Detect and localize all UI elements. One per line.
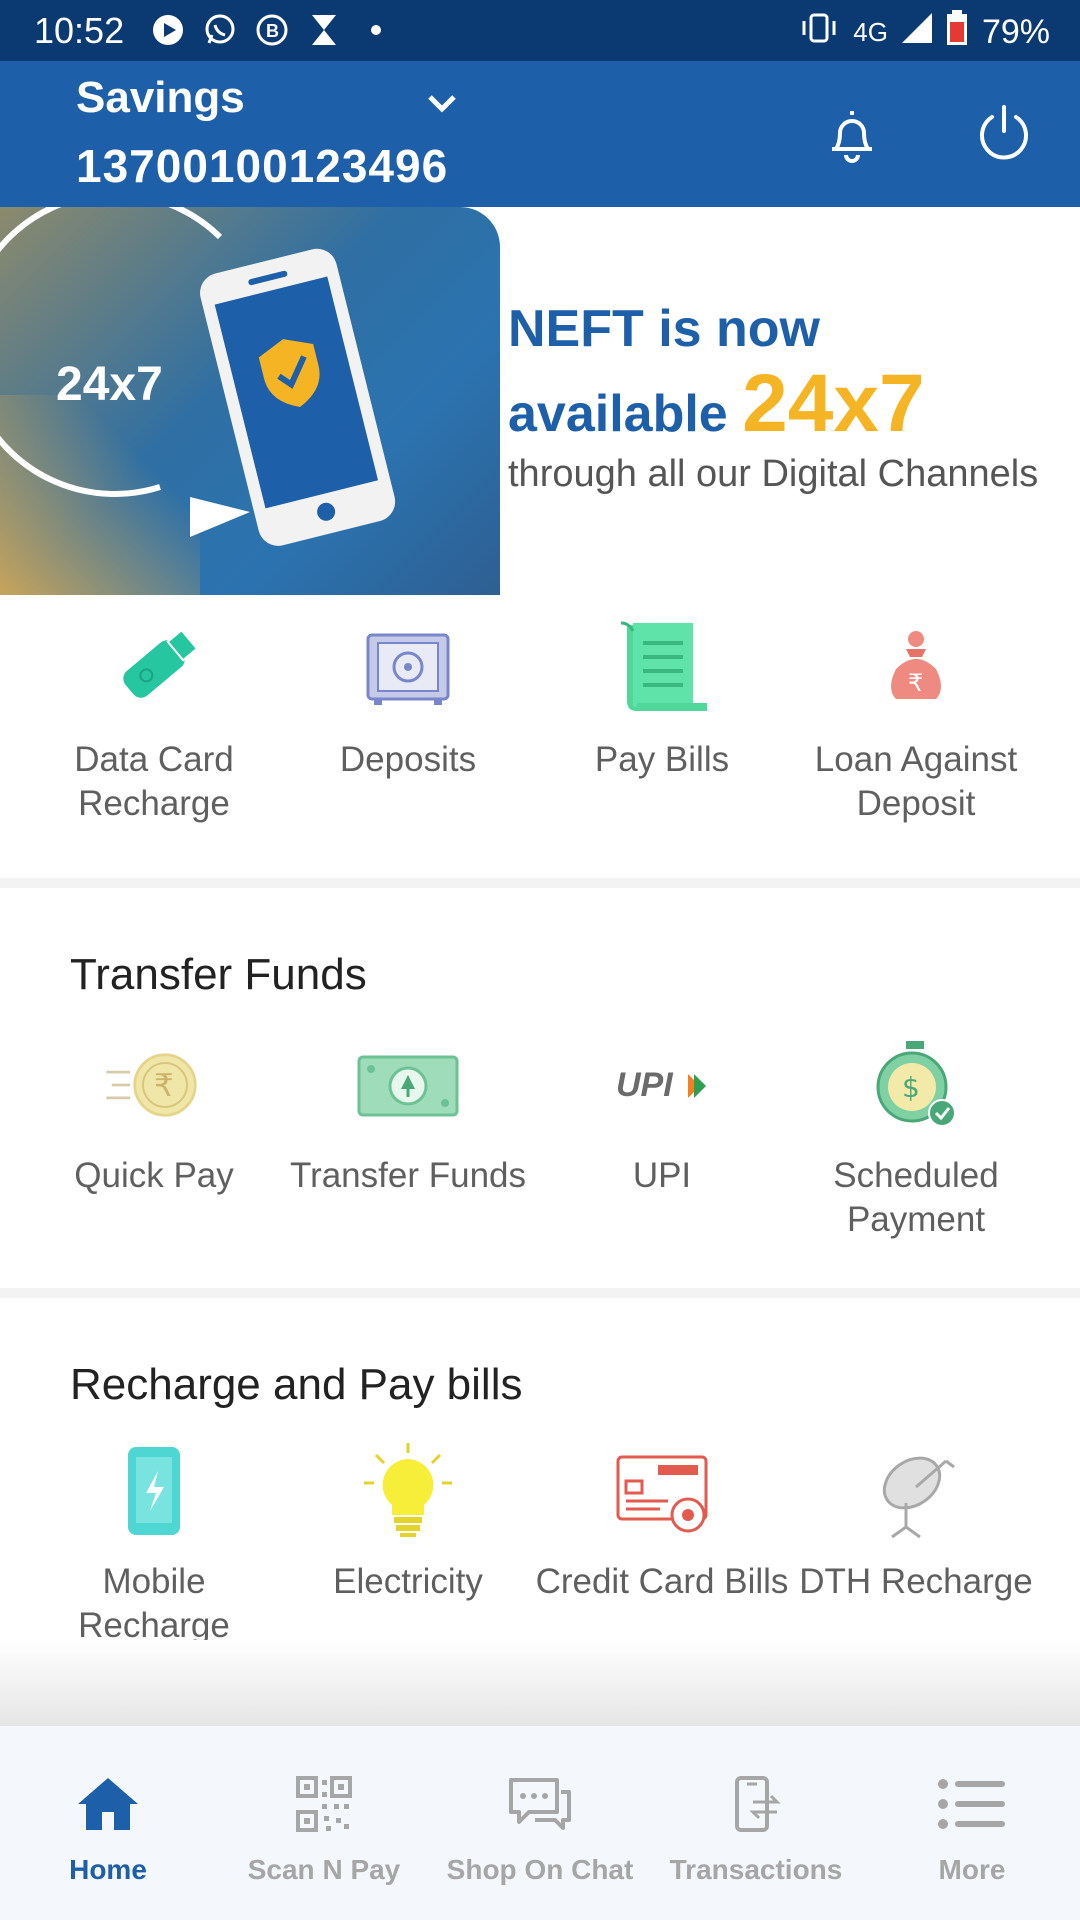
tile-data-card-recharge[interactable]: Data Card Recharge [27, 614, 281, 826]
dot-icon [358, 12, 394, 48]
banner-headline-2: available 24x7 [508, 357, 925, 451]
system-status: 4G 79% [799, 10, 1050, 55]
whatsapp-icon [202, 12, 238, 48]
satellite-dish-icon [861, 1436, 971, 1546]
tile-label: DTH Recharge [799, 1562, 1033, 1601]
section-divider [0, 878, 1080, 888]
tile-electricity[interactable]: Electricity [281, 1436, 535, 1648]
credit-card-icon [607, 1436, 717, 1546]
banner-accent: 24x7 [742, 358, 925, 449]
power-icon[interactable] [972, 101, 1036, 165]
tile-label: Loan Against Deposit [814, 740, 1018, 823]
nav-label: Home [69, 1854, 147, 1885]
section-divider [0, 1288, 1080, 1298]
nav-home[interactable]: Home [0, 1726, 216, 1920]
svg-text:₹: ₹ [908, 669, 923, 697]
tile-label: Scheduled Payment [833, 1156, 999, 1239]
money-bag-icon: ₹ [861, 614, 971, 724]
account-number: 13700100123496 [76, 140, 449, 192]
banner-badge: 24x7 [56, 358, 163, 411]
account-type[interactable]: Savings [76, 73, 245, 123]
nav-scan-n-pay[interactable]: Scan N Pay [216, 1726, 432, 1920]
tile-label: Pay Bills [594, 740, 730, 779]
recharge-section-title: Recharge and Pay bills [70, 1360, 523, 1409]
menu-list-icon [937, 1772, 1007, 1836]
chat-bubbles-icon [505, 1772, 575, 1836]
tile-label: Deposits [339, 740, 477, 779]
play-icon [150, 12, 186, 48]
app-header: Savings 13700100123496 [0, 61, 1080, 207]
tile-label: Quick Pay [74, 1156, 234, 1195]
tile-credit-card-bills[interactable]: Credit Card Bills [535, 1436, 789, 1648]
tile-dth-recharge[interactable]: DTH Recharge [789, 1436, 1043, 1648]
status-bar: 10:52 B 4G 79% [0, 0, 1080, 61]
mobile-phone-icon [99, 1436, 209, 1546]
notification-icons: B [150, 12, 394, 48]
banner-subline: through all our Digital Channels [508, 453, 1039, 495]
nav-label: Shop On Chat [446, 1854, 634, 1885]
tile-transfer-funds[interactable]: Transfer Funds [281, 1030, 535, 1242]
hourglass-icon [306, 12, 342, 48]
nav-transactions[interactable]: Transactions [648, 1726, 864, 1920]
transfer-section-title: Transfer Funds [70, 950, 367, 999]
nav-label: More [938, 1854, 1006, 1885]
b-app-icon: B [254, 12, 290, 48]
network-type: 4G [853, 17, 888, 47]
svg-text:$: $ [902, 1071, 920, 1104]
banner-graphic: 24x7 [0, 207, 500, 595]
bottom-navigation: Home Scan N Pay Shop On Chat Transaction… [0, 1726, 1080, 1920]
phone-transfer-icon [721, 1772, 791, 1836]
upi-logo-icon: UPI [607, 1030, 717, 1140]
tile-label: Transfer Funds [289, 1156, 526, 1195]
tile-scheduled-payment[interactable]: $ Scheduled Payment [789, 1030, 1043, 1242]
tile-label: Mobile Recharge [78, 1562, 230, 1645]
scroll-fade [0, 1640, 1080, 1726]
tile-mobile-recharge[interactable]: Mobile Recharge [27, 1436, 281, 1648]
home-icon [73, 1772, 143, 1836]
banner-line2-text: available [508, 385, 728, 443]
light-bulb-icon [353, 1436, 463, 1546]
tile-label: UPI [632, 1156, 692, 1195]
bill-scroll-icon [607, 614, 717, 724]
banner-headline: NEFT is now [508, 300, 820, 358]
safe-vault-icon [353, 614, 463, 724]
quick-services-row: Data Card Recharge Deposits Pay Bills ₹ … [0, 614, 1080, 826]
rupee-coin-icon: ₹ [99, 1030, 209, 1140]
signal-icon [901, 13, 932, 52]
svg-text:₹: ₹ [154, 1068, 174, 1104]
chevron-down-icon[interactable] [420, 81, 464, 125]
tile-quick-pay[interactable]: ₹ Quick Pay [27, 1030, 281, 1242]
tile-label: Electricity [333, 1562, 483, 1601]
battery-icon [946, 10, 968, 55]
nav-shop-on-chat[interactable]: Shop On Chat [432, 1726, 648, 1920]
tile-label: Credit Card Bills [535, 1562, 789, 1601]
tile-label: Data Card Recharge [74, 740, 234, 823]
svg-text:B: B [266, 21, 279, 41]
battery-percent: 79% [981, 13, 1050, 51]
bell-icon[interactable] [820, 103, 884, 167]
nav-more[interactable]: More [864, 1726, 1080, 1920]
vibrate-icon [799, 13, 839, 52]
transfer-row: ₹ Quick Pay Transfer Funds UPI UPI $ Sch… [0, 1030, 1080, 1242]
tile-pay-bills[interactable]: Pay Bills [535, 614, 789, 826]
tile-deposits[interactable]: Deposits [281, 614, 535, 826]
tile-loan-against-deposit[interactable]: ₹ Loan Against Deposit [789, 614, 1043, 826]
svg-text:UPI: UPI [616, 1066, 674, 1104]
stopwatch-dollar-icon: $ [861, 1030, 971, 1140]
tile-upi[interactable]: UPI UPI [535, 1030, 789, 1242]
recharge-row: Mobile Recharge Electricity Credit Card … [0, 1436, 1080, 1648]
promo-banner[interactable]: 24x7 NEFT is now available 24x7 through … [0, 207, 1080, 595]
banknote-icon [353, 1030, 463, 1140]
nav-label: Scan N Pay [247, 1854, 401, 1885]
status-time: 10:52 [34, 10, 125, 51]
qr-code-icon [289, 1772, 359, 1836]
usb-dongle-icon [99, 614, 209, 724]
nav-label: Transactions [669, 1854, 843, 1885]
